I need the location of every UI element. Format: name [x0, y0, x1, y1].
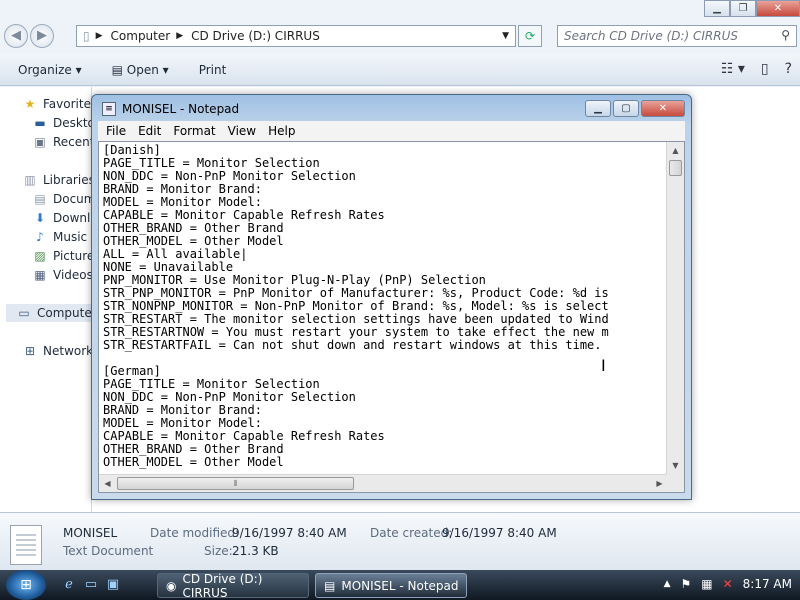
task-notepad[interactable]: ▤ MONISEL - Notepad — [315, 573, 467, 598]
show-desktop-icon[interactable]: ▭ — [82, 577, 100, 593]
menu-file[interactable]: File — [106, 124, 126, 138]
explorer-minimize-button[interactable]: ▁ — [704, 0, 730, 17]
notepad-title: MONISEL - Notepad — [122, 102, 240, 116]
show-hidden-icons-icon[interactable]: ▲ — [664, 579, 671, 589]
modified-value: 9/16/1997 8:40 AM — [232, 526, 347, 540]
created-value: 9/16/1997 8:40 AM — [442, 526, 557, 540]
notepad-icon: ▤ — [324, 578, 336, 593]
scrollbar-corner — [666, 474, 684, 492]
download-icon: ⬇ — [34, 211, 46, 225]
nav-recent[interactable]: ▣ Recent — [32, 135, 94, 149]
nav-documents[interactable]: ▤ Docum — [32, 192, 95, 206]
details-file-type: Text Document — [63, 544, 154, 558]
text-document-icon — [10, 525, 42, 565]
horizontal-scroll-thumb[interactable]: ⦀ — [117, 477, 354, 490]
star-icon: ★ — [24, 97, 36, 111]
size-label: Size: — [204, 544, 233, 558]
organize-button[interactable]: Organize ▾ — [18, 63, 82, 77]
scroll-left-icon[interactable]: ◀ — [99, 475, 116, 492]
documents-icon: ▤ — [34, 192, 46, 206]
pictures-icon: ▨ — [34, 249, 46, 263]
breadcrumb-separator-icon: ▶ — [176, 31, 184, 41]
volume-muted-icon[interactable]: ✕ — [723, 577, 733, 591]
help-icon[interactable]: ? — [785, 61, 792, 77]
text-cursor-icon: I — [601, 356, 606, 375]
details-file-name: MONISEL — [63, 526, 118, 540]
nav-network[interactable]: ⊞ Network — [22, 344, 93, 358]
menu-edit[interactable]: Edit — [138, 124, 161, 138]
clock[interactable]: 8:17 AM — [743, 577, 792, 591]
forward-arrow-icon[interactable]: ▶ — [30, 24, 54, 48]
notepad-maximize-button[interactable]: ▢ — [613, 100, 639, 117]
search-input[interactable]: Search CD Drive (D:) CIRRUS ⚲ — [557, 25, 797, 47]
open-button[interactable]: ▤ Open ▾ — [112, 63, 169, 77]
notepad-editor[interactable]: [Danish] PAGE_TITLE = Monitor Selection … — [98, 141, 685, 493]
recent-places-icon: ▣ — [34, 135, 46, 149]
breadcrumb-separator-icon: ▶ — [95, 31, 103, 41]
notepad-minimize-button[interactable]: ▁ — [585, 100, 611, 117]
computer-icon: ▭ — [18, 306, 30, 320]
nav-music[interactable]: ♪ Music — [32, 230, 87, 244]
notepad-text-content[interactable]: [Danish] PAGE_TITLE = Monitor Selection … — [103, 144, 663, 470]
breadcrumb-drive[interactable]: CD Drive (D:) CIRRUS — [191, 29, 320, 43]
notepad-titlebar[interactable]: ≡ MONISEL - Notepad — [102, 102, 239, 116]
folder-icon: ▯ — [83, 29, 90, 43]
notepad-window-controls: ▁ ▢ ✕ — [585, 100, 685, 117]
explorer-maximize-button[interactable]: ❐ — [730, 0, 756, 17]
nav-downloads[interactable]: ⬇ Downlo — [32, 211, 98, 225]
notepad-close-button[interactable]: ✕ — [641, 100, 685, 117]
open-icon: ▤ — [111, 62, 123, 77]
vertical-scrollbar[interactable]: ▲ ▼ — [666, 142, 684, 474]
task-explorer[interactable]: ◉ CD Drive (D:) CIRRUS — [157, 572, 309, 600]
navigation-pane: ★ Favorites ▬ Desktop ▣ Recent ▥ Libraries ▤… — [0, 87, 126, 512]
preview-pane-icon[interactable]: ▯ — [761, 61, 769, 77]
explorer-close-button[interactable]: ✕ — [756, 0, 800, 17]
internet-explorer-icon[interactable]: ℯ — [60, 577, 78, 593]
refresh-icon[interactable]: ⟳ — [518, 25, 542, 47]
videos-icon: ▦ — [34, 268, 46, 282]
view-options-icon[interactable]: ☷ ▾ — [721, 61, 745, 77]
address-bar[interactable]: ▯ ▶ Computer ▶ CD Drive (D:) CIRRUS ▼ — [76, 25, 516, 47]
notepad-menubar: File Edit Format View Help — [98, 121, 685, 141]
details-pane: MONISEL Text Document Date modified: 9/1… — [0, 512, 800, 570]
nav-libraries[interactable]: ▥ Libraries — [22, 173, 95, 187]
scroll-down-icon[interactable]: ▼ — [667, 457, 684, 474]
back-arrow-icon[interactable]: ◀ — [4, 24, 28, 48]
chevron-down-icon[interactable]: ▼ — [502, 31, 509, 41]
print-button[interactable]: Print — [199, 63, 227, 77]
notepad-window: ≡ MONISEL - Notepad ▁ ▢ ✕ File Edit Form… — [91, 94, 692, 500]
drive-icon: ◉ — [166, 578, 177, 593]
size-value: 21.3 KB — [232, 544, 279, 558]
modified-label: Date modified: — [150, 526, 240, 540]
notepad-icon: ≡ — [102, 102, 116, 116]
created-label: Date created: — [370, 526, 453, 540]
music-icon: ♪ — [36, 230, 44, 244]
network-icon: ⊞ — [24, 344, 36, 358]
taskbar: ⊞ ℯ ▭ ▣ ◉ CD Drive (D:) CIRRUS ▤ MONISEL… — [0, 570, 800, 600]
menu-format[interactable]: Format — [173, 124, 215, 138]
command-bar: Organize ▾ ▤ Open ▾ Print ☷ ▾ ▯ ? — [0, 54, 800, 86]
network-status-icon[interactable]: ▦ — [701, 577, 712, 591]
menu-view[interactable]: View — [228, 124, 256, 138]
nav-favorites[interactable]: ★ Favorites — [22, 97, 98, 111]
system-tray: ▲ ⚑ ▦ ✕ 8:17 AM — [664, 577, 792, 591]
horizontal-scrollbar[interactable]: ◀ ⦀ ▶ — [99, 474, 668, 492]
nav-videos[interactable]: ▦ Videos — [32, 268, 93, 282]
libraries-icon: ▥ — [24, 173, 36, 187]
windows-start-icon[interactable]: ⊞ — [6, 570, 46, 600]
search-icon[interactable]: ⚲ — [781, 28, 790, 42]
explorer-window-controls: ▁ ❐ ✕ — [704, 0, 800, 18]
search-placeholder: Search CD Drive (D:) CIRRUS — [564, 29, 738, 43]
desktop-icon: ▬ — [34, 116, 46, 130]
breadcrumb-computer[interactable]: Computer — [111, 29, 171, 43]
switch-windows-icon[interactable]: ▣ — [104, 577, 122, 593]
action-center-icon[interactable]: ⚑ — [681, 577, 692, 591]
menu-help[interactable]: Help — [268, 124, 295, 138]
address-row: ◀ ▶ ▯ ▶ Computer ▶ CD Drive (D:) CIRRUS … — [0, 18, 800, 54]
scroll-up-icon[interactable]: ▲ — [667, 142, 684, 159]
vertical-scroll-thumb[interactable] — [669, 160, 682, 176]
